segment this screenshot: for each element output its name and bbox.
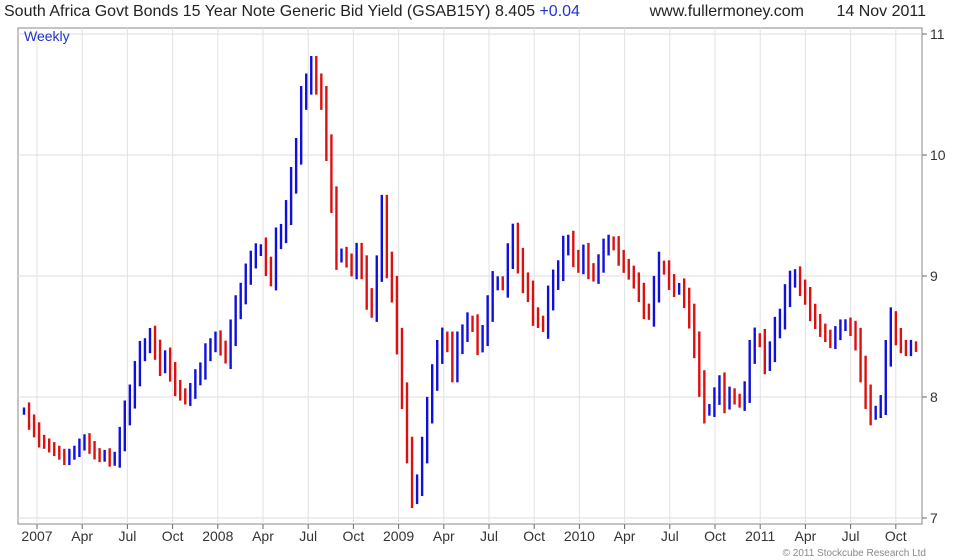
bond-yield-chart: 7 8 9 10 11 2007 Apr Jul Oct 2008 Apr Jul Oct 2009 Apr… <box>17 26 946 559</box>
x-tick-label: 2011 <box>745 528 775 544</box>
x-tick-label: Oct <box>523 528 545 544</box>
x-tick-label: Apr <box>252 528 274 544</box>
chart-window: South Africa Govt Bonds 15 Year Note Gen… <box>0 0 980 560</box>
x-tick-label: Oct <box>162 528 184 544</box>
x-tick-label: Oct <box>343 528 365 544</box>
x-tick-label: Oct <box>885 528 907 544</box>
y-tick-label: 10 <box>930 147 946 163</box>
x-tick-label: Apr <box>795 528 817 544</box>
x-tick-label: 2010 <box>564 528 595 544</box>
y-tick-label: 7 <box>930 510 938 526</box>
x-tick-label: Jul <box>480 528 498 544</box>
y-tick-label: 9 <box>930 268 938 284</box>
x-tick-label: Jul <box>842 528 860 544</box>
x-tick-label: Apr <box>71 528 93 544</box>
x-tick-label: Jul <box>661 528 679 544</box>
x-tick-label: Oct <box>704 528 726 544</box>
y-tick-label: 11 <box>930 26 945 42</box>
y-tick-label: 8 <box>930 389 938 405</box>
x-tick-label: Jul <box>118 528 136 544</box>
frequency-label: Weekly <box>24 28 70 44</box>
x-tick-label: Apr <box>433 528 455 544</box>
x-tick-label: Apr <box>614 528 636 544</box>
x-tick-label: Jul <box>299 528 317 544</box>
x-tick-label: 2008 <box>202 528 233 544</box>
copyright-text: © 2011 Stockcube Research Ltd <box>783 548 926 559</box>
x-tick-label: 2007 <box>21 528 52 544</box>
x-tick-label: 2009 <box>383 528 414 544</box>
